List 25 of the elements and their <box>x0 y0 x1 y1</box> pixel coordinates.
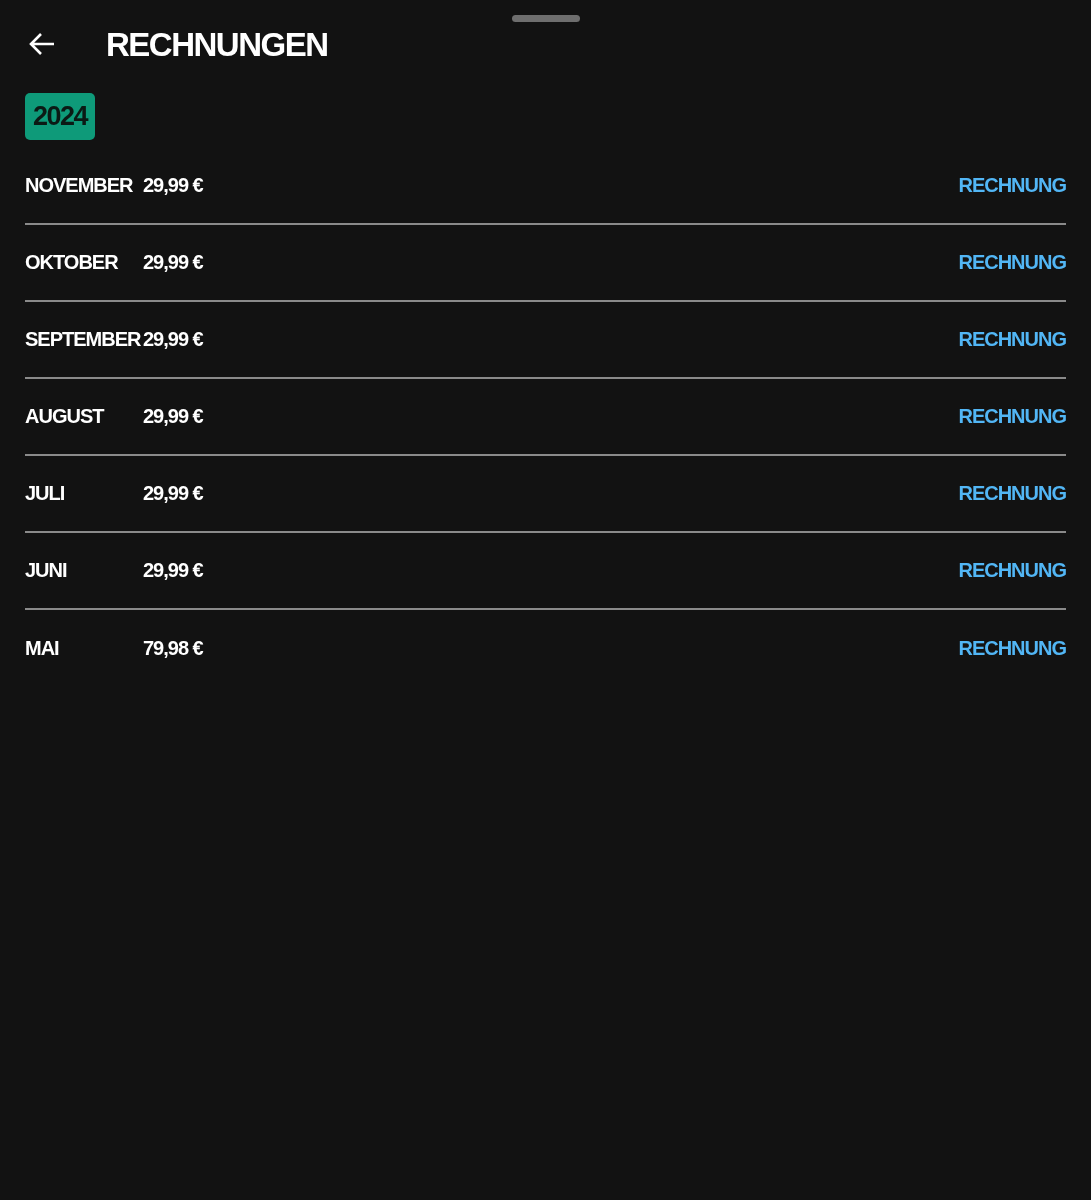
invoice-link[interactable]: RECHNUNG <box>958 247 1066 277</box>
month-label: MAI <box>25 636 60 661</box>
month-label: SEPTEMBER <box>25 327 142 352</box>
invoice-link[interactable]: RECHNUNG <box>958 478 1066 508</box>
page-title: RECHNUNGEN <box>106 27 328 61</box>
amount-label: 29,99 € <box>143 481 203 506</box>
year-tab[interactable]: 2024 <box>25 93 96 140</box>
month-label: JULI <box>25 481 66 506</box>
amount-label: 29,99 € <box>143 327 203 352</box>
amount-label: 29,99 € <box>143 558 203 583</box>
amount-label: 29,99 € <box>143 404 203 429</box>
month-label: AUGUST <box>25 404 105 429</box>
amount-label: 29,99 € <box>143 173 203 198</box>
month-label: OKTOBER <box>25 250 119 275</box>
month-label: JUNI <box>25 558 68 583</box>
drag-handle[interactable] <box>511 15 580 22</box>
invoice-link[interactable]: RECHNUNG <box>958 555 1066 585</box>
invoice-link[interactable]: RECHNUNG <box>958 170 1066 200</box>
invoice-link[interactable]: RECHNUNG <box>958 401 1066 431</box>
amount-label: 29,99 € <box>143 250 203 275</box>
back-arrow-icon[interactable] <box>28 32 56 56</box>
amount-label: 79,98 € <box>143 636 203 661</box>
invoice-link[interactable]: RECHNUNG <box>958 324 1066 354</box>
invoice-link[interactable]: RECHNUNG <box>958 633 1066 663</box>
month-label: NOVEMBER <box>25 173 134 198</box>
